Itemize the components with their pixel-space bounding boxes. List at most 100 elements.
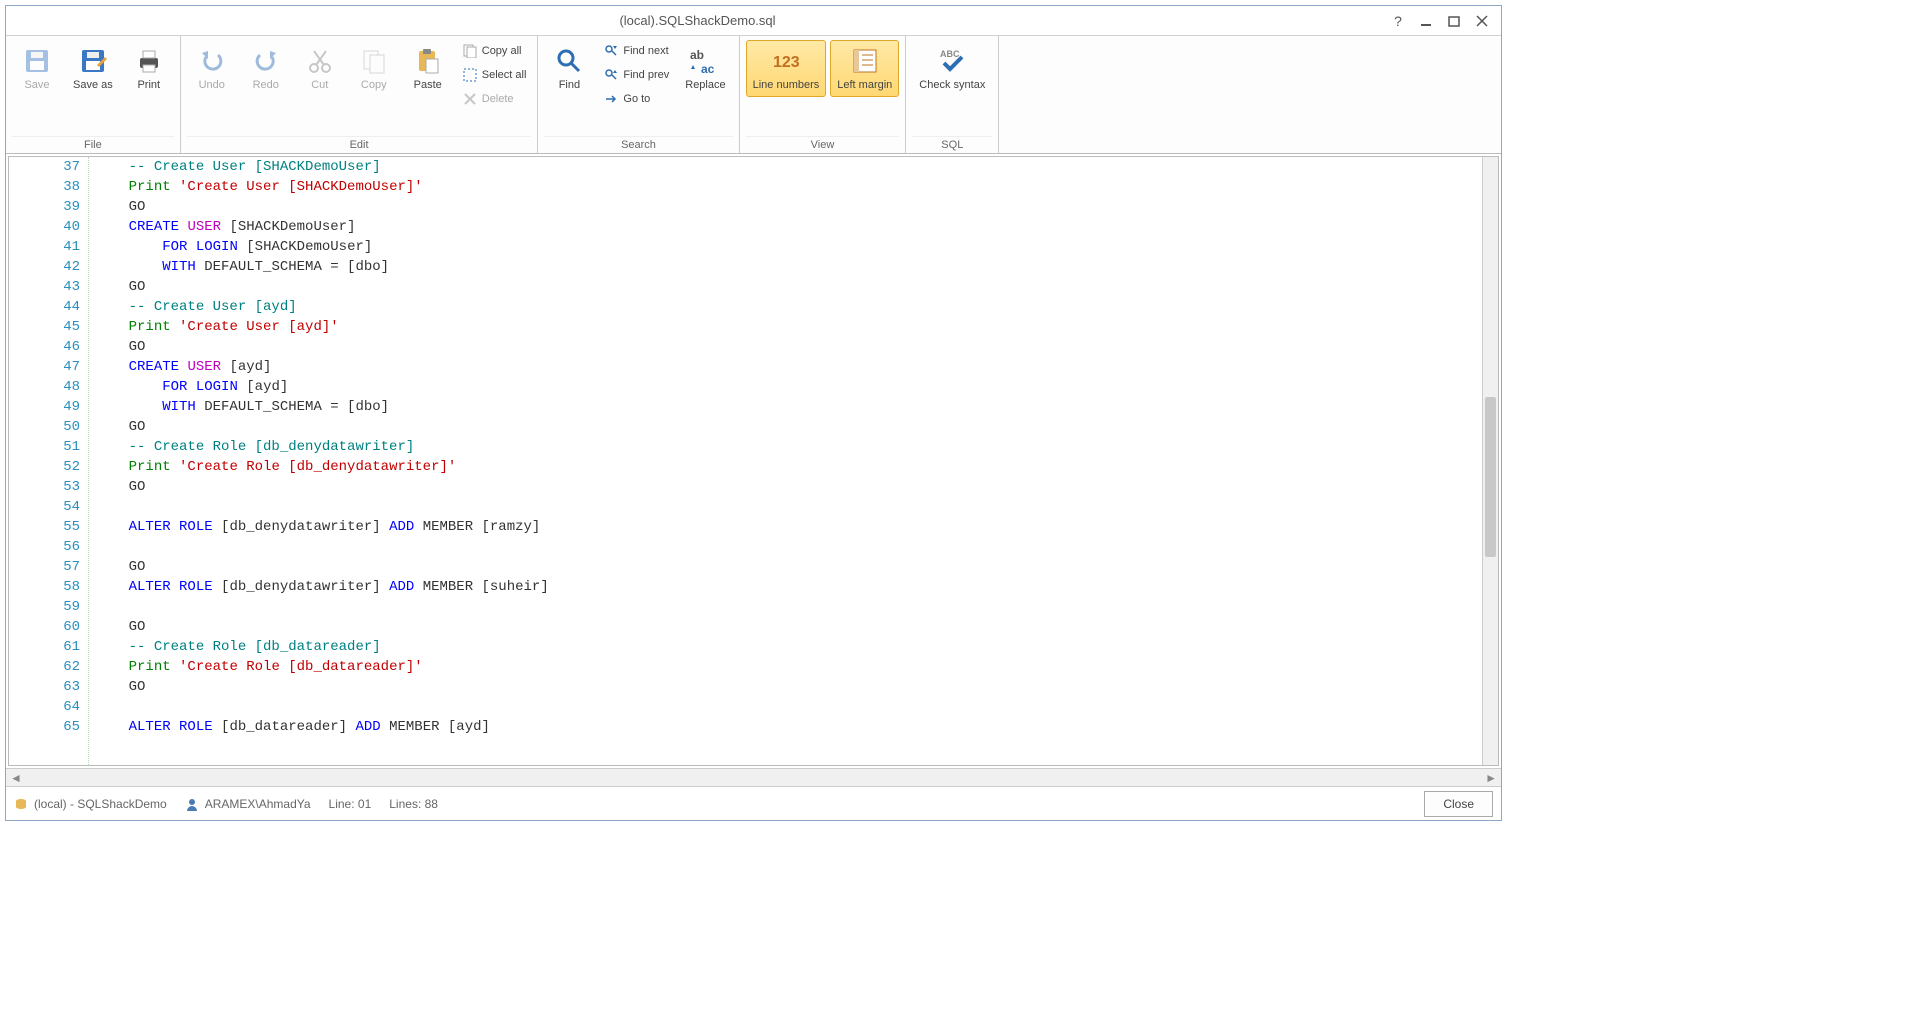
ribbon-group-view-label: View [746, 136, 900, 151]
code-line[interactable] [95, 537, 1498, 557]
save-as-icon [77, 45, 109, 77]
code-line[interactable]: FOR LOGIN [ayd] [95, 377, 1498, 397]
ribbon: Save Save as Print File Undo [6, 36, 1501, 154]
line-number: 61 [9, 637, 88, 657]
save-icon [21, 45, 53, 77]
cut-icon [304, 45, 336, 77]
code-line[interactable]: GO [95, 417, 1498, 437]
horizontal-scrollbar[interactable]: ◄ ► [6, 768, 1501, 786]
code-line[interactable]: ALTER ROLE [db_datareader] ADD MEMBER [a… [95, 717, 1498, 737]
print-label: Print [137, 79, 160, 92]
help-button[interactable]: ? [1389, 12, 1407, 30]
code-line[interactable]: GO [95, 277, 1498, 297]
cut-button[interactable]: Cut [295, 40, 345, 97]
code-line[interactable]: Print 'Create User [ayd]' [95, 317, 1498, 337]
find-next-icon [603, 43, 619, 59]
scroll-left-icon[interactable]: ◄ [10, 771, 22, 785]
print-button[interactable]: Print [124, 40, 174, 97]
close-window-button[interactable] [1473, 12, 1491, 30]
paste-button[interactable]: Paste [403, 40, 453, 97]
code-line[interactable]: ALTER ROLE [db_denydatawriter] ADD MEMBE… [95, 577, 1498, 597]
code-line[interactable]: WITH DEFAULT_SCHEMA = [dbo] [95, 397, 1498, 417]
find-button[interactable]: Find [544, 40, 594, 97]
redo-button[interactable]: Redo [241, 40, 291, 97]
replace-button[interactable]: abac Replace [678, 40, 732, 97]
status-connection-text: (local) - SQLShackDemo [34, 797, 167, 811]
code-line[interactable] [95, 697, 1498, 717]
line-numbers-icon: 123 [770, 45, 802, 77]
save-as-button[interactable]: Save as [66, 40, 120, 97]
minimize-button[interactable] [1417, 12, 1435, 30]
statusbar: (local) - SQLShackDemo ARAMEX\AhmadYa Li… [6, 786, 1501, 820]
left-margin-toggle[interactable]: Left margin [830, 40, 899, 97]
status-connection: (local) - SQLShackDemo [14, 797, 167, 811]
print-icon [133, 45, 165, 77]
ribbon-group-file: Save Save as Print File [6, 36, 181, 153]
code-line[interactable]: -- Create Role [db_datareader] [95, 637, 1498, 657]
undo-button[interactable]: Undo [187, 40, 237, 97]
scrollbar-thumb[interactable] [1485, 397, 1496, 557]
select-all-label: Select all [482, 69, 527, 81]
status-lines-text: Lines: 88 [389, 797, 438, 811]
close-icon [1476, 15, 1488, 27]
svg-text:ab: ab [690, 48, 704, 62]
paste-label: Paste [414, 79, 442, 92]
code-line[interactable]: Print 'Create User [SHACKDemoUser]' [95, 177, 1498, 197]
line-number: 47 [9, 357, 88, 377]
line-number: 44 [9, 297, 88, 317]
scroll-right-icon[interactable]: ► [1485, 771, 1497, 785]
code-line[interactable]: -- Create User [SHACKDemoUser] [95, 157, 1498, 177]
find-next-button[interactable]: Find next [598, 40, 674, 62]
find-prev-label: Find prev [623, 69, 669, 81]
code-line[interactable] [95, 497, 1498, 517]
save-as-label: Save as [73, 79, 113, 92]
ribbon-group-search: Find Find next Find prev Go to [538, 36, 739, 153]
delete-label: Delete [482, 93, 514, 105]
copy-button[interactable]: Copy [349, 40, 399, 97]
code-line[interactable]: CREATE USER [SHACKDemoUser] [95, 217, 1498, 237]
code-line[interactable]: ALTER ROLE [db_denydatawriter] ADD MEMBE… [95, 517, 1498, 537]
line-numbers-toggle[interactable]: 123 Line numbers [746, 40, 827, 97]
vertical-scrollbar[interactable] [1482, 157, 1498, 765]
line-number: 54 [9, 497, 88, 517]
check-syntax-button[interactable]: ABC Check syntax [912, 40, 992, 97]
line-number: 63 [9, 677, 88, 697]
select-all-button[interactable]: Select all [457, 64, 532, 86]
find-prev-icon [603, 67, 619, 83]
code-line[interactable]: GO [95, 677, 1498, 697]
code-line[interactable]: GO [95, 617, 1498, 637]
line-number: 46 [9, 337, 88, 357]
code-line[interactable]: -- Create User [ayd] [95, 297, 1498, 317]
code-line[interactable]: -- Create Role [db_denydatawriter] [95, 437, 1498, 457]
code-content[interactable]: -- Create User [SHACKDemoUser] Print 'Cr… [89, 157, 1498, 765]
maximize-button[interactable] [1445, 12, 1463, 30]
code-line[interactable]: WITH DEFAULT_SCHEMA = [dbo] [95, 257, 1498, 277]
line-number: 40 [9, 217, 88, 237]
line-number: 48 [9, 377, 88, 397]
code-line[interactable] [95, 597, 1498, 617]
delete-button[interactable]: Delete [457, 88, 532, 110]
goto-label: Go to [623, 93, 650, 105]
save-button[interactable]: Save [12, 40, 62, 97]
code-line[interactable]: GO [95, 557, 1498, 577]
select-all-icon [462, 67, 478, 83]
status-line-text: Line: 01 [329, 797, 372, 811]
goto-button[interactable]: Go to [598, 88, 674, 110]
code-line[interactable]: GO [95, 197, 1498, 217]
line-number: 39 [9, 197, 88, 217]
close-button[interactable]: Close [1424, 791, 1493, 817]
code-line[interactable]: CREATE USER [ayd] [95, 357, 1498, 377]
code-line[interactable]: GO [95, 477, 1498, 497]
line-number: 62 [9, 657, 88, 677]
ribbon-group-file-label: File [12, 136, 174, 151]
code-line[interactable]: Print 'Create Role [db_datareader]' [95, 657, 1498, 677]
delete-icon [462, 91, 478, 107]
code-editor[interactable]: 3738394041424344454647484950515253545556… [8, 156, 1499, 766]
svg-text:ABC: ABC [940, 49, 960, 59]
code-line[interactable]: FOR LOGIN [SHACKDemoUser] [95, 237, 1498, 257]
copy-all-button[interactable]: Copy all [457, 40, 532, 62]
code-line[interactable]: Print 'Create Role [db_denydatawriter]' [95, 457, 1498, 477]
find-prev-button[interactable]: Find prev [598, 64, 674, 86]
code-line[interactable]: GO [95, 337, 1498, 357]
ribbon-group-edit-label: Edit [187, 136, 532, 151]
